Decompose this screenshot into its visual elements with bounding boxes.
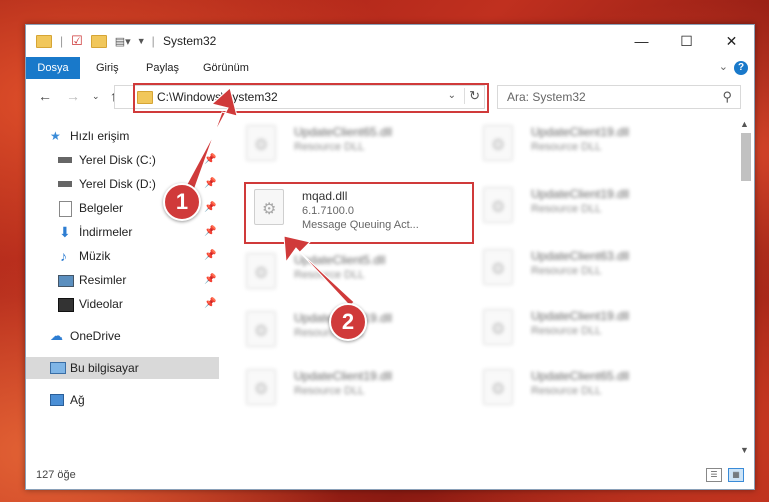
arrow-1 [185, 87, 238, 191]
annotation-arrows [185, 87, 355, 307]
callout-1: 1 [163, 183, 201, 221]
arrow-2 [283, 235, 355, 307]
callout-2: 2 [329, 303, 367, 341]
